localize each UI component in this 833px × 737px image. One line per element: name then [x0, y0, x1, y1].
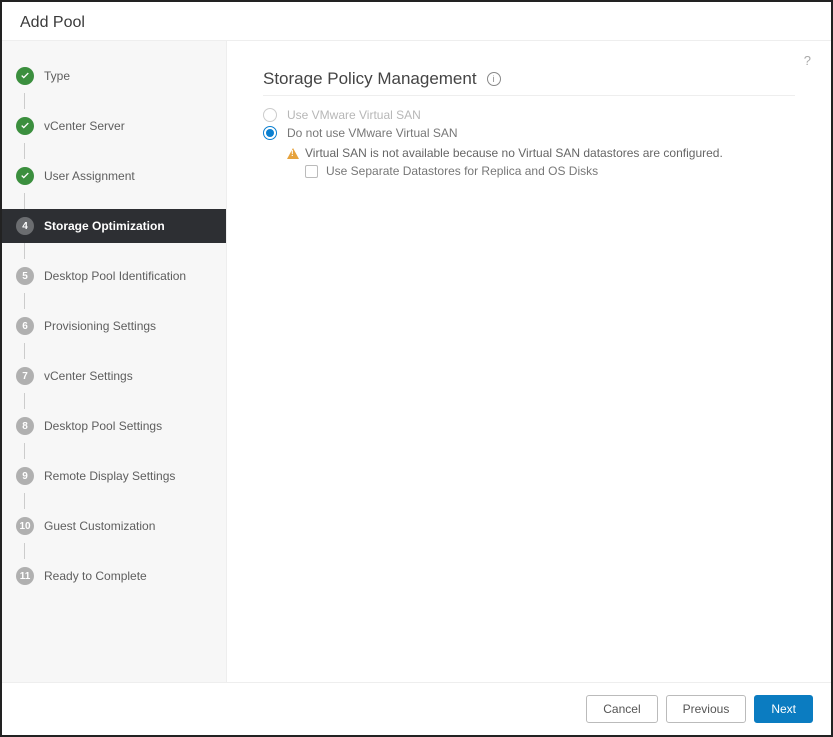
step-label: Type [44, 69, 70, 83]
step-label: Ready to Complete [44, 569, 147, 583]
step-number-icon: 5 [16, 267, 34, 285]
step-number-icon: 6 [16, 317, 34, 335]
step-connector [24, 493, 25, 509]
check-icon [16, 117, 34, 135]
vsan-warning-text: Virtual SAN is not available because no … [305, 146, 723, 160]
radio-no-vsan-row: Do not use VMware Virtual SAN [263, 126, 795, 140]
wizard-step-provisioning-settings: 6 Provisioning Settings [2, 309, 226, 343]
wizard-step-ready-to-complete: 11 Ready to Complete [2, 559, 226, 593]
wizard-step-desktop-pool-settings: 8 Desktop Pool Settings [2, 409, 226, 443]
separate-datastores-label: Use Separate Datastores for Replica and … [326, 164, 598, 178]
wizard-step-vcenter-server[interactable]: vCenter Server [2, 109, 226, 143]
step-connector [24, 393, 25, 409]
wizard-step-guest-customization: 10 Guest Customization [2, 509, 226, 543]
step-number-icon: 4 [16, 217, 34, 235]
step-number-icon: 10 [16, 517, 34, 535]
help-icon[interactable]: ? [804, 53, 811, 68]
wizard-sidebar: Type vCenter Server User Assignment 4 Storag… [2, 41, 227, 682]
section-header: Storage Policy Management i [263, 69, 795, 96]
step-label: vCenter Server [44, 119, 125, 133]
dialog-title: Add Pool [20, 14, 813, 32]
step-label: User Assignment [44, 169, 135, 183]
check-icon [16, 167, 34, 185]
wizard-step-desktop-pool-identification: 5 Desktop Pool Identification [2, 259, 226, 293]
section-title: Storage Policy Management [263, 69, 477, 89]
step-label: Provisioning Settings [44, 319, 156, 333]
step-connector [24, 543, 25, 559]
step-connector [24, 343, 25, 359]
step-label: Desktop Pool Settings [44, 419, 162, 433]
step-connector [24, 143, 25, 159]
step-connector [24, 443, 25, 459]
wizard-step-user-assignment[interactable]: User Assignment [2, 159, 226, 193]
step-number-icon: 8 [16, 417, 34, 435]
radio-no-vsan-label: Do not use VMware Virtual SAN [287, 126, 458, 140]
separate-datastores-checkbox[interactable] [305, 165, 318, 178]
step-label: vCenter Settings [44, 369, 133, 383]
dialog-footer: Cancel Previous Next [2, 683, 831, 735]
radio-no-vsan[interactable] [263, 126, 277, 140]
step-number-icon: 9 [16, 467, 34, 485]
step-label: Storage Optimization [44, 219, 165, 233]
wizard-step-storage-optimization[interactable]: 4 Storage Optimization [2, 209, 226, 243]
wizard-main: ? Storage Policy Management i Use VMware… [227, 41, 831, 682]
dialog-header: Add Pool [2, 2, 831, 41]
dialog-body: Type vCenter Server User Assignment 4 Storag… [2, 41, 831, 683]
step-label: Guest Customization [44, 519, 155, 533]
radio-use-vsan-row: Use VMware Virtual SAN [263, 108, 795, 122]
radio-use-vsan [263, 108, 277, 122]
step-label: Remote Display Settings [44, 469, 175, 483]
no-vsan-subsection: Virtual SAN is not available because no … [287, 146, 795, 178]
info-icon[interactable]: i [487, 72, 501, 86]
wizard-step-type[interactable]: Type [2, 59, 226, 93]
step-connector [24, 243, 25, 259]
next-button[interactable]: Next [754, 695, 813, 723]
warning-icon [287, 148, 299, 159]
vsan-warning-row: Virtual SAN is not available because no … [287, 146, 795, 160]
wizard-step-vcenter-settings: 7 vCenter Settings [2, 359, 226, 393]
wizard-step-remote-display-settings: 9 Remote Display Settings [2, 459, 226, 493]
step-number-icon: 11 [16, 567, 34, 585]
cancel-button[interactable]: Cancel [586, 695, 657, 723]
step-connector [24, 193, 25, 209]
step-connector [24, 93, 25, 109]
radio-use-vsan-label: Use VMware Virtual SAN [287, 108, 421, 122]
step-number-icon: 7 [16, 367, 34, 385]
separate-datastores-row: Use Separate Datastores for Replica and … [305, 164, 795, 178]
step-label: Desktop Pool Identification [44, 269, 186, 283]
check-icon [16, 67, 34, 85]
previous-button[interactable]: Previous [666, 695, 747, 723]
step-connector [24, 293, 25, 309]
